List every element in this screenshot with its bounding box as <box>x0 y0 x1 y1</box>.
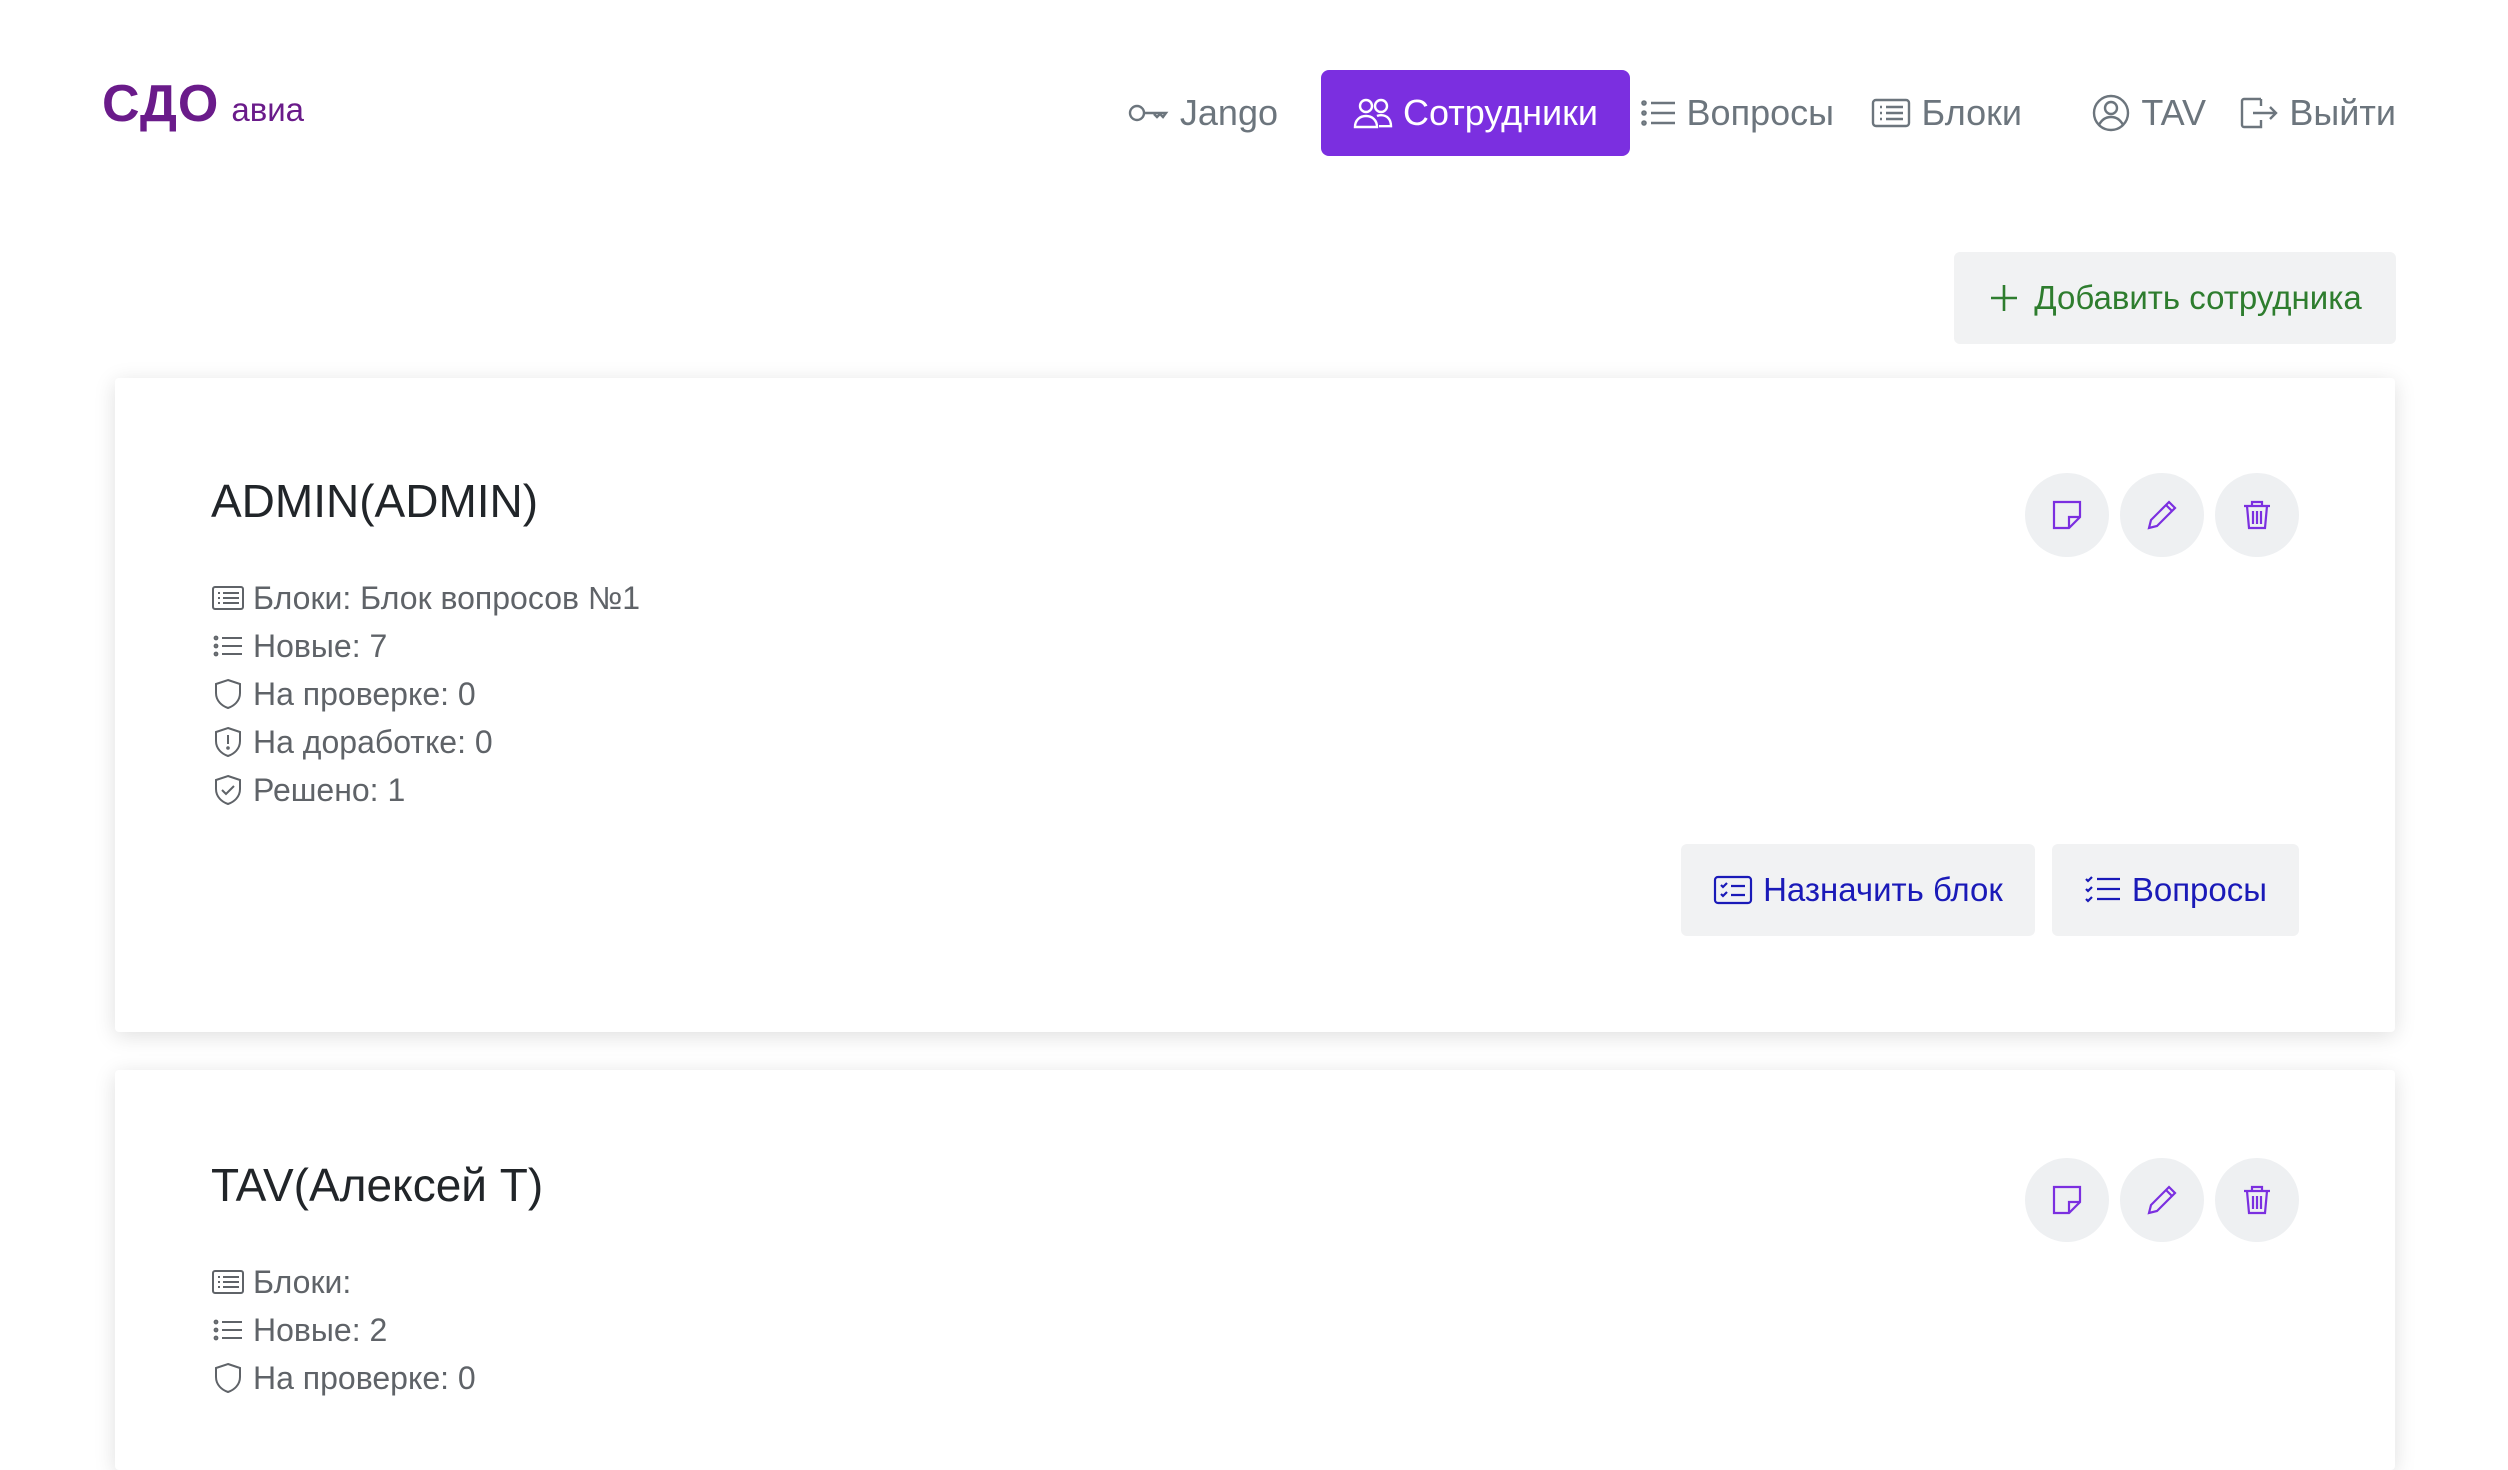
stat-new-text: Новые: 7 <box>253 627 388 664</box>
employee-stats: Блоки: Блок вопросов №1 Новые: 7 На пров… <box>211 574 640 814</box>
card-list-icon <box>212 1270 244 1294</box>
key-icon <box>1128 104 1169 122</box>
nav-label: Блоки <box>1921 92 2022 133</box>
stat-blocks: Блоки: <box>211 1258 476 1306</box>
list-icon <box>213 635 242 657</box>
stat-review-text: На проверке: 0 <box>253 1359 476 1396</box>
sticky-note-icon <box>2052 500 2082 530</box>
nav-item-logout[interactable]: Выйти <box>2221 70 2414 156</box>
nav-item-blocks[interactable]: Блоки <box>1853 70 2040 156</box>
stat-new-text: Новые: 2 <box>253 1311 388 1348</box>
stat-review: На проверке: 0 <box>211 670 640 718</box>
shield-icon <box>215 1362 241 1394</box>
add-employee-label: Добавить сотрудника <box>2034 279 2362 316</box>
list-icon <box>213 1319 242 1341</box>
trash-icon <box>2244 500 2270 530</box>
list-icon <box>1640 100 1675 126</box>
nav-item-questions[interactable]: Вопросы <box>1623 70 1852 156</box>
checklist-icon <box>2085 876 2120 903</box>
note-button[interactable] <box>2025 1158 2109 1242</box>
nav-item-profile[interactable]: TAV <box>2073 70 2224 156</box>
pencil-icon <box>2147 1185 2177 1215</box>
user-circle-icon <box>2093 94 2130 132</box>
stat-rework-text: На доработке: 0 <box>253 723 493 760</box>
stat-new: Новые: 2 <box>211 1306 476 1354</box>
edit-button[interactable] <box>2120 473 2204 557</box>
stat-review-text: На проверке: 0 <box>253 675 476 712</box>
note-button[interactable] <box>2025 473 2109 557</box>
stat-blocks-text: Блоки: <box>253 1263 352 1300</box>
stat-new: Новые: 7 <box>211 622 640 670</box>
stat-solved: Решено: 1 <box>211 766 640 814</box>
card-actions <box>2014 1158 2299 1242</box>
nav-label: Выйти <box>2289 92 2396 133</box>
trash-icon <box>2244 1185 2270 1215</box>
stat-blocks-text: Блоки: Блок вопросов №1 <box>253 579 641 616</box>
brand-main: СДО <box>102 75 220 133</box>
nav-label: Jango <box>1179 92 1278 133</box>
nav-item-employees[interactable]: Сотрудники <box>1321 70 1630 156</box>
stat-solved-text: Решено: 1 <box>253 771 406 808</box>
nav-item-jango[interactable]: Jango <box>1110 70 1296 156</box>
edit-button[interactable] <box>2120 1158 2204 1242</box>
card-actions <box>2014 473 2299 557</box>
assign-block-button[interactable]: Назначить блок <box>1681 844 2035 936</box>
employee-card: TAV(Алексей Т) Блоки: Новые: 2 На провер… <box>115 1070 2395 1470</box>
stat-review: На проверке: 0 <box>211 1354 476 1402</box>
questions-button[interactable]: Вопросы <box>2051 844 2299 936</box>
delete-button[interactable] <box>2215 1158 2299 1242</box>
shield-check-icon <box>215 774 241 806</box>
card-checklist-icon <box>1713 875 1753 905</box>
employee-name: TAV(Алексей Т) <box>211 1159 544 1211</box>
brand-logo[interactable]: СДО авиа <box>102 74 304 134</box>
shield-exclamation-icon <box>215 726 241 758</box>
sticky-note-icon <box>2052 1185 2082 1215</box>
add-employee-button[interactable]: Добавить сотрудника <box>1954 252 2396 344</box>
stat-blocks: Блоки: Блок вопросов №1 <box>211 574 640 622</box>
questions-label: Вопросы <box>2131 871 2267 908</box>
people-icon <box>1353 98 1393 129</box>
nav-label: TAV <box>2141 92 2206 133</box>
employee-name: ADMIN(ADMIN) <box>211 475 539 527</box>
pencil-icon <box>2147 500 2177 530</box>
nav-label: Вопросы <box>1686 92 1834 133</box>
employee-card: ADMIN(ADMIN) Блоки: Блок вопросов №1 Нов… <box>115 378 2395 1032</box>
shield-icon <box>215 678 241 710</box>
brand-sub: авиа <box>231 91 305 128</box>
card-bottom-actions: Назначить блок Вопросы <box>1664 844 2299 936</box>
logout-icon <box>2241 97 2279 129</box>
card-list-icon <box>1872 98 1911 128</box>
delete-button[interactable] <box>2215 473 2299 557</box>
employee-stats: Блоки: Новые: 2 На проверке: 0 <box>211 1258 476 1402</box>
assign-block-label: Назначить блок <box>1763 871 2003 908</box>
card-list-icon <box>212 586 244 610</box>
stat-rework: На доработке: 0 <box>211 718 640 766</box>
plus-icon <box>1991 285 2018 311</box>
nav-label: Сотрудники <box>1403 92 1598 133</box>
